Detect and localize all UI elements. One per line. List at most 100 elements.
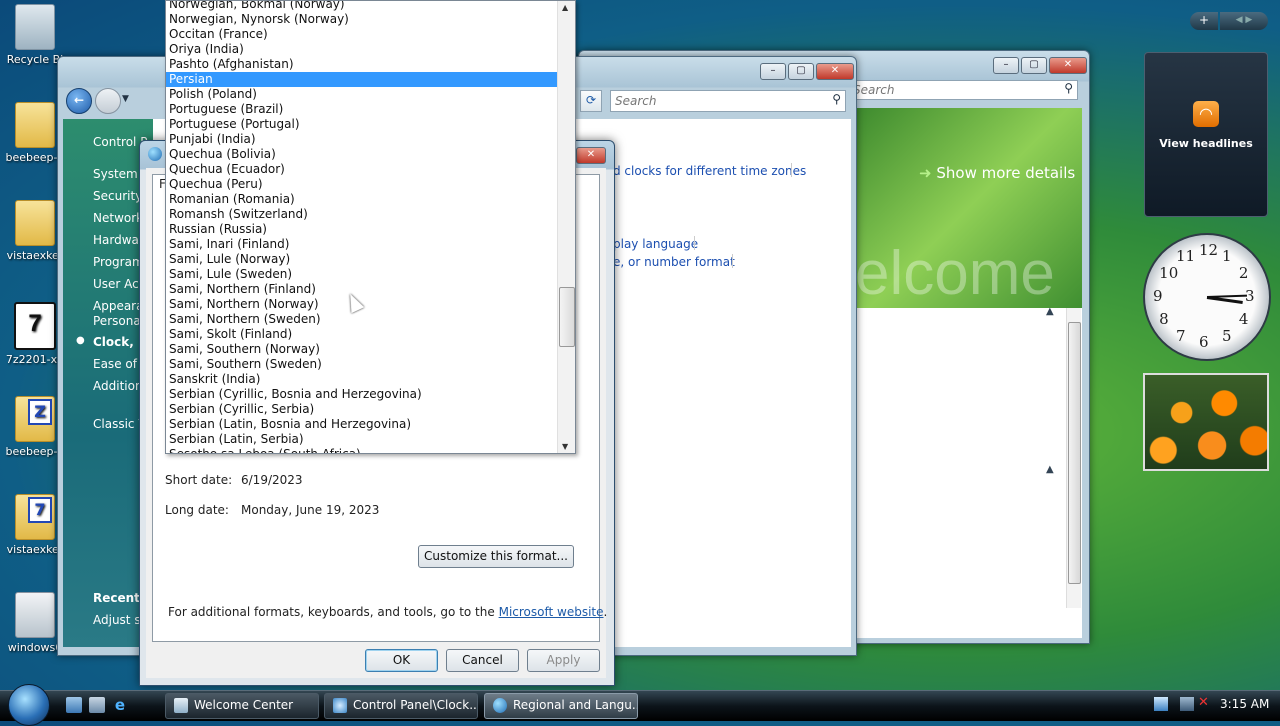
clock-number: 7: [1176, 326, 1186, 345]
dropdown-option[interactable]: Portuguese (Brazil): [166, 102, 558, 117]
dropdown-option[interactable]: Punjabi (India): [166, 132, 558, 147]
format-dropdown-list[interactable]: Norwegian, Bokmål (Norway) Norwegian, Nyn…: [165, 0, 576, 454]
minimize-button[interactable]: –: [760, 63, 786, 80]
dropdown-option[interactable]: Serbian (Latin, Bosnia and Herzegovina): [166, 417, 558, 432]
dropdown-option[interactable]: Oriya (India): [166, 42, 558, 57]
search-icon[interactable]: ⚲: [1064, 81, 1073, 95]
dropdown-option[interactable]: Quechua (Bolivia): [166, 147, 558, 162]
clock-number: 8: [1159, 310, 1169, 328]
globe-icon: [493, 698, 507, 713]
forward-button[interactable]: [95, 88, 121, 114]
link-divider: [791, 163, 792, 177]
dropdown-option[interactable]: Sanskrit (India): [166, 372, 558, 387]
internet-explorer-icon[interactable]: e: [112, 697, 128, 713]
display-language-link[interactable]: play language: [613, 237, 698, 251]
dropdown-option[interactable]: Quechua (Peru): [166, 177, 558, 192]
ok-button[interactable]: OK: [365, 649, 438, 672]
dropdown-option[interactable]: Sami, Northern (Finland): [166, 282, 558, 297]
clock-number: 2: [1238, 264, 1249, 282]
scroll-up-icon[interactable]: ▲: [562, 3, 568, 12]
dropdown-option-selected[interactable]: Persian: [166, 72, 558, 87]
collapse-arrow-icon[interactable]: ▲: [1046, 464, 1054, 475]
search-placeholder: Search: [853, 83, 895, 97]
close-button[interactable]: ✕: [1049, 57, 1087, 74]
show-more-label: Show more details: [936, 164, 1076, 182]
dropdown-option[interactable]: Occitan (France): [166, 27, 558, 42]
clocks-time-zones-link[interactable]: d clocks for different time zones: [613, 164, 806, 178]
dropdown-option[interactable]: Quechua (Ecuador): [166, 162, 558, 177]
maximize-button[interactable]: ▢: [788, 63, 814, 80]
dropdown-option[interactable]: Sami, Inari (Finland): [166, 237, 558, 252]
recycle-bin-icon: [15, 4, 55, 50]
feed-headlines-gadget[interactable]: ◠ View headlines: [1144, 52, 1268, 217]
clock-number: 10: [1159, 264, 1179, 282]
dropdown-option[interactable]: Serbian (Cyrillic, Serbia): [166, 402, 558, 417]
close-button[interactable]: ✕: [816, 63, 854, 80]
show-desktop-icon[interactable]: [66, 697, 82, 713]
dropdown-option[interactable]: Serbian (Cyrillic, Bosnia and Herzegovin…: [166, 387, 558, 402]
welcome-search-box[interactable]: Search ⚲: [848, 80, 1078, 100]
search-placeholder: Search: [615, 94, 657, 108]
task-regional-language[interactable]: Regional and Langu...: [484, 693, 638, 719]
task-label: Control Panel\Clock...: [353, 698, 478, 712]
tray-time[interactable]: 3:15 AM: [1220, 697, 1269, 711]
dropdown-option[interactable]: Sami, Southern (Sweden): [166, 357, 558, 372]
gadget-nav-button[interactable]: ◀ ▶: [1220, 12, 1268, 30]
dialog-close-button[interactable]: ✕: [576, 147, 606, 164]
dropdown-scrollbar[interactable]: ▲ ▼: [557, 1, 575, 453]
dropdown-option[interactable]: Norwegian, Bokmål (Norway): [166, 1, 558, 12]
dropdown-option[interactable]: Sesotho sa Leboa (South Africa): [166, 447, 558, 453]
apply-button[interactable]: Apply: [527, 649, 600, 672]
dropdown-option[interactable]: Norwegian, Nynorsk (Norway): [166, 12, 558, 27]
system-tray: ✕ 3:15 AM: [1150, 692, 1280, 718]
link-divider: [732, 254, 733, 268]
clock-gadget[interactable]: 12 1 2 3 4 5 6 7 8 9 10 11: [1143, 233, 1271, 361]
folder-icon: [15, 102, 55, 148]
dropdown-option[interactable]: Sami, Lule (Sweden): [166, 267, 558, 282]
task-welcome-center[interactable]: Welcome Center: [165, 693, 319, 719]
dropdown-option[interactable]: Sami, Northern (Sweden): [166, 312, 558, 327]
gadget-add-button[interactable]: +: [1190, 12, 1218, 30]
footer-end: .: [603, 605, 608, 619]
microsoft-website-link[interactable]: Microsoft website: [499, 605, 604, 619]
dropdown-option[interactable]: Romansh (Switzerland): [166, 207, 558, 222]
task-label: Welcome Center: [194, 698, 294, 712]
task-control-panel[interactable]: Control Panel\Clock...: [324, 693, 478, 719]
dropdown-option[interactable]: Pashto (Afghanistan): [166, 57, 558, 72]
scroll-down-icon[interactable]: ▼: [562, 442, 568, 451]
dropdown-option[interactable]: Sami, Skolt (Finland): [166, 327, 558, 342]
cancel-button[interactable]: Cancel: [446, 649, 519, 672]
scroll-thumb[interactable]: [1068, 322, 1081, 584]
customize-format-button[interactable]: Customize this format...: [418, 545, 574, 568]
dropdown-option[interactable]: Sami, Lule (Norway): [166, 252, 558, 267]
collapse-arrow-icon[interactable]: ▲: [1046, 306, 1054, 317]
nav-active-bullet-icon: ●: [76, 335, 85, 346]
search-icon[interactable]: ⚲: [832, 92, 841, 106]
refresh-button[interactable]: ⟳: [580, 90, 602, 112]
desktop-icon-label: 7z2201-x6: [5, 353, 65, 366]
back-button[interactable]: ←: [66, 88, 92, 114]
dropdown-option[interactable]: Sami, Southern (Norway): [166, 342, 558, 357]
network-icon[interactable]: [1154, 697, 1168, 711]
chevron-down-icon[interactable]: ▼: [122, 94, 129, 104]
slideshow-gadget[interactable]: [1143, 373, 1269, 471]
show-more-details-link[interactable]: ➜ Show more details: [919, 164, 1075, 182]
dropdown-option[interactable]: Portuguese (Portugal): [166, 117, 558, 132]
view-headlines-label[interactable]: View headlines: [1145, 137, 1267, 150]
switch-windows-icon[interactable]: [89, 697, 105, 713]
dropdown-option[interactable]: Romanian (Romania): [166, 192, 558, 207]
number-format-link[interactable]: e, or number format: [613, 255, 735, 269]
dropdown-option[interactable]: Polish (Poland): [166, 87, 558, 102]
dropdown-option[interactable]: Russian (Russia): [166, 222, 558, 237]
dropdown-option[interactable]: Serbian (Latin, Serbia): [166, 432, 558, 447]
welcome-scrollbar[interactable]: [1066, 308, 1081, 608]
control-panel-icon: [333, 698, 347, 713]
scroll-thumb[interactable]: [559, 287, 575, 347]
minimize-button[interactable]: –: [993, 57, 1019, 74]
clock-number: 1: [1222, 247, 1232, 266]
control-panel-search-box[interactable]: Search ⚲: [610, 90, 846, 112]
display-icon[interactable]: [1180, 697, 1194, 711]
maximize-button[interactable]: ▢: [1021, 57, 1047, 74]
volume-muted-icon[interactable]: ✕: [1198, 695, 1209, 710]
short-date-label: Short date:: [165, 473, 233, 487]
